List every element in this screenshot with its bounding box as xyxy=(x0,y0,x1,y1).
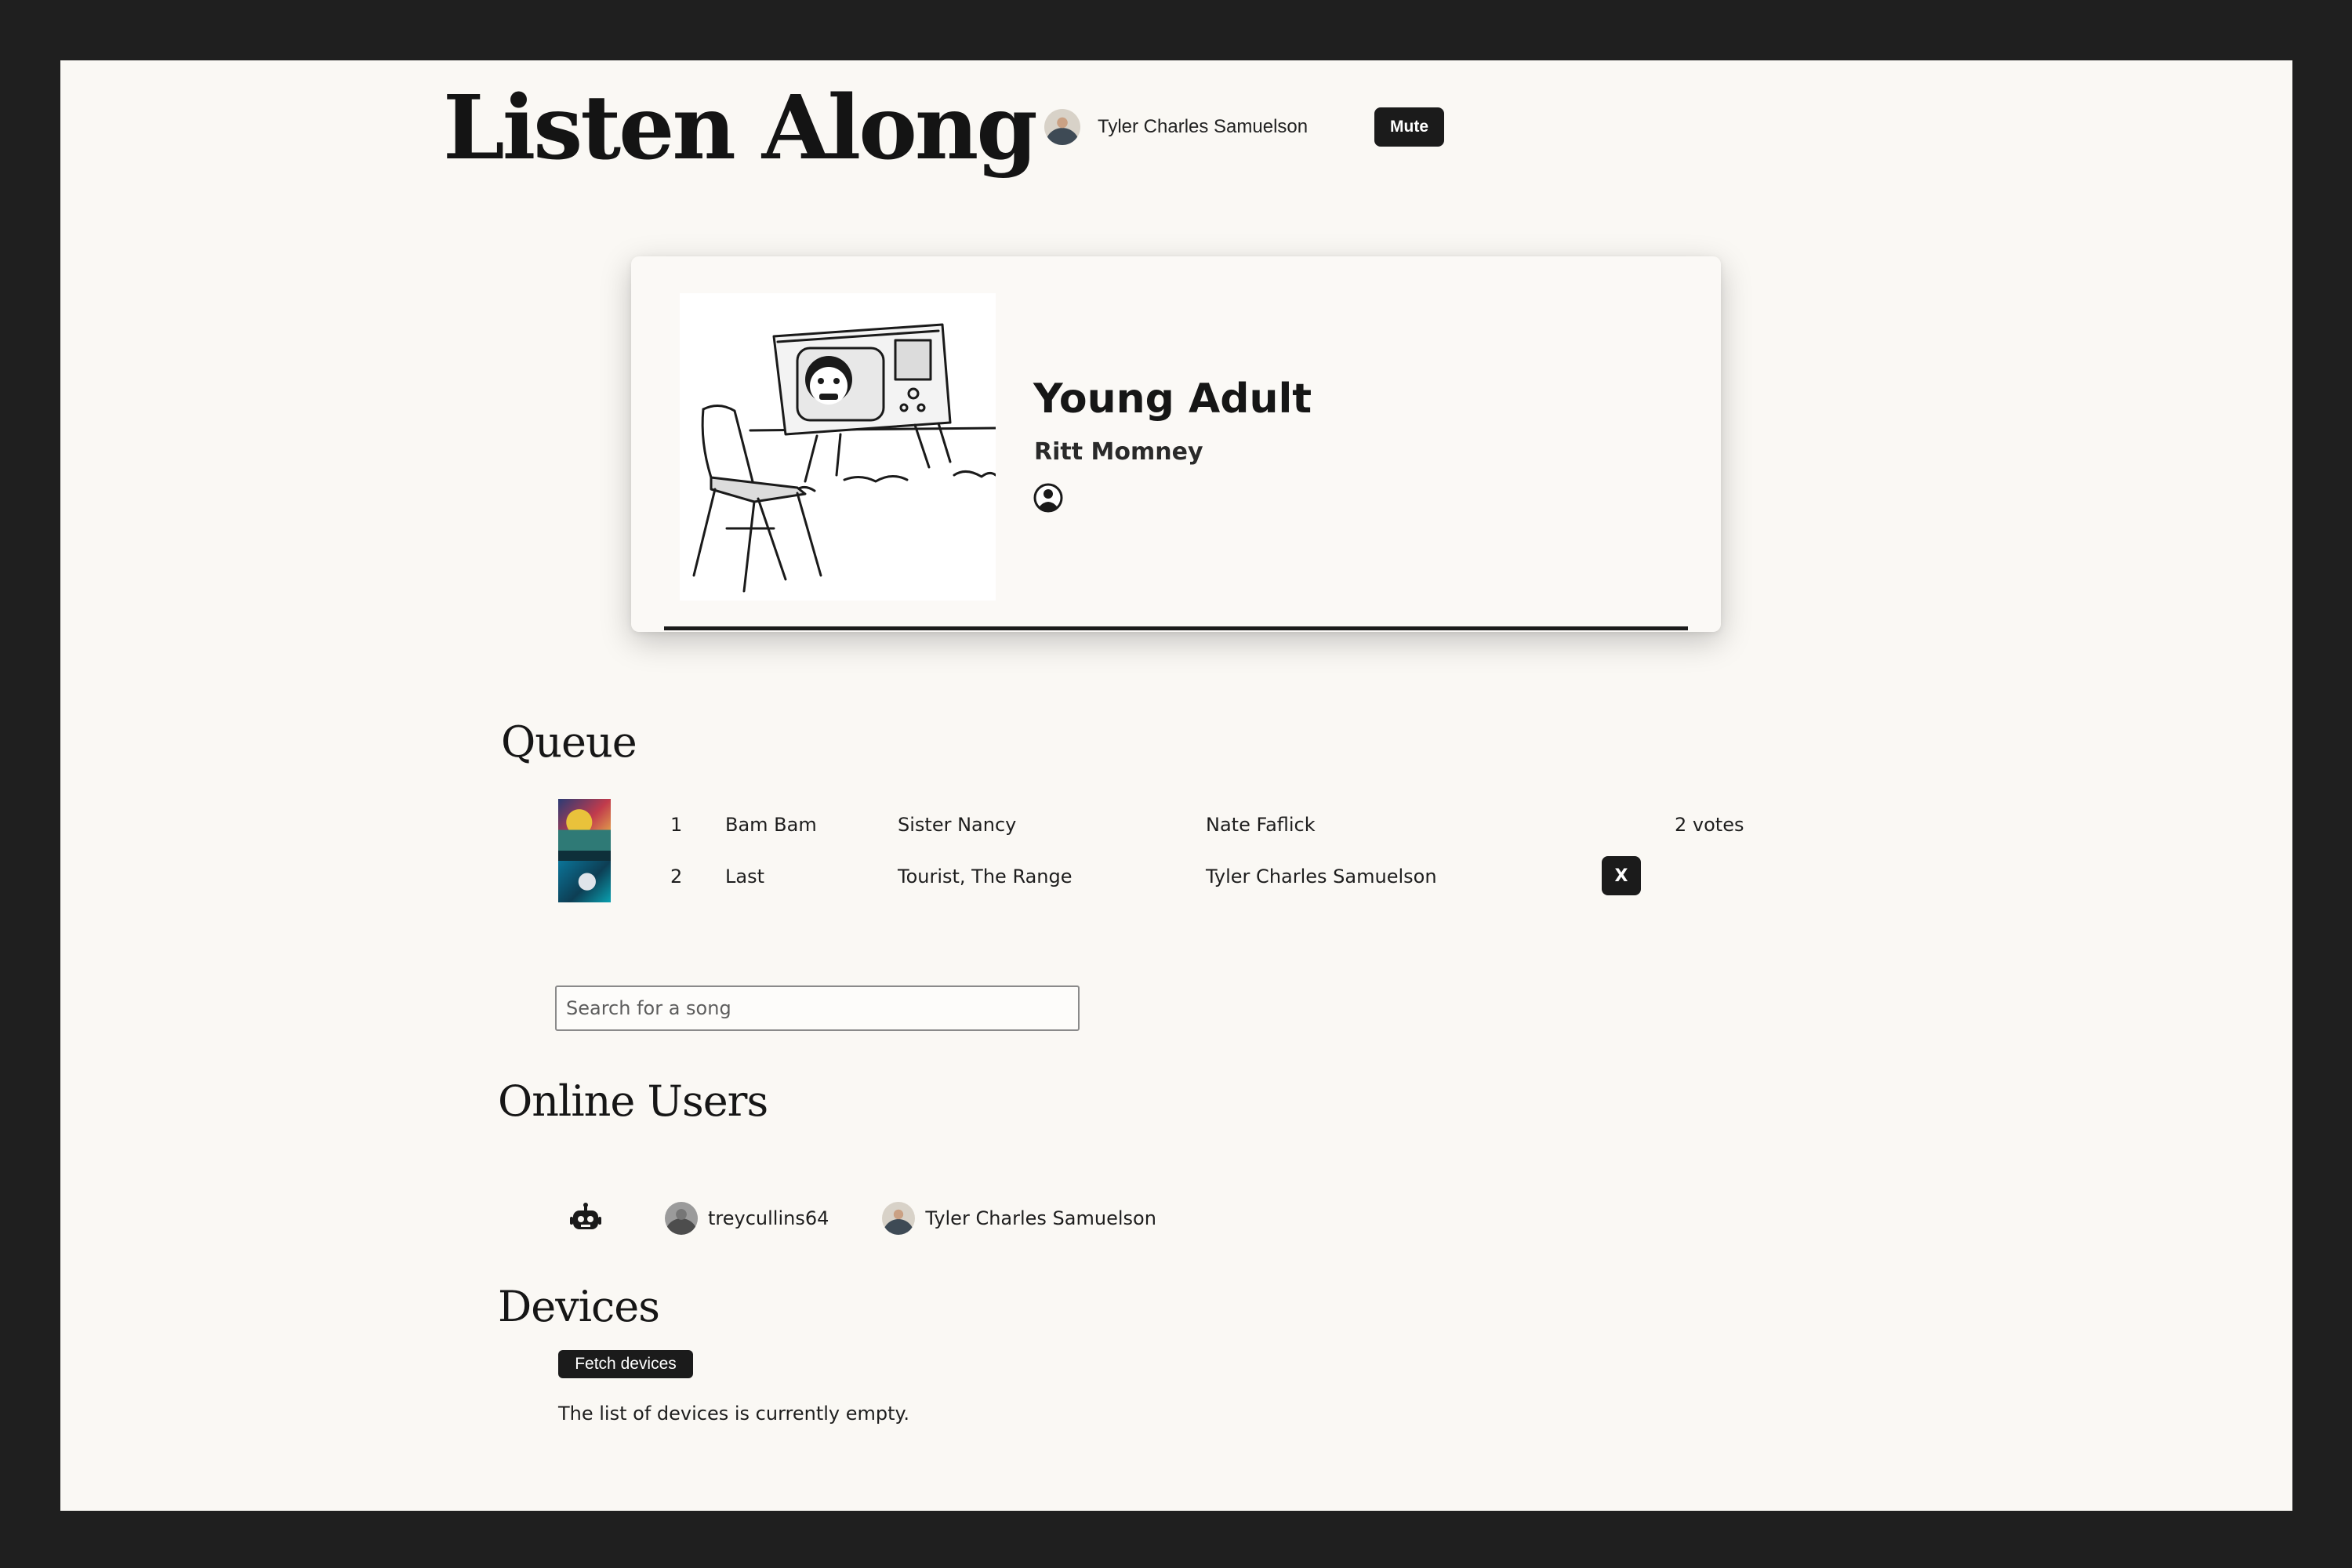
now-playing-title: Young Adult xyxy=(1033,376,1312,423)
album-art-illustration xyxy=(680,293,997,601)
app-logo[interactable]: Listen Along xyxy=(443,76,1038,181)
queue-position: 1 xyxy=(670,814,683,836)
online-user-avatar xyxy=(665,1202,698,1235)
queue-song-artist: Sister Nancy xyxy=(898,814,1017,836)
online-user: treycullins64 xyxy=(665,1202,829,1235)
queue-added-by: Nate Faflick xyxy=(1206,814,1316,836)
playback-progress-bar[interactable] xyxy=(664,626,1688,630)
now-playing-artist: Ritt Momney xyxy=(1034,438,1203,466)
queue-row: 2 Last Tourist, The Range Tyler Charles … xyxy=(558,851,1813,902)
remove-from-queue-button[interactable]: X xyxy=(1602,856,1641,895)
queue-added-by: Tyler Charles Samuelson xyxy=(1206,866,1437,887)
queue-vote-count[interactable]: 2 votes xyxy=(1675,814,1744,836)
online-users-list: treycullins64 Tyler Charles Samuelson xyxy=(568,1201,1210,1236)
mute-button[interactable]: Mute xyxy=(1374,107,1444,147)
queue-heading: Queue xyxy=(501,717,637,767)
current-user-avatar xyxy=(1044,109,1080,145)
app-window: Listen Along Tyler Charles Samuelson Mut… xyxy=(60,60,2292,1511)
album-art xyxy=(680,293,997,601)
queue-song-title: Last xyxy=(725,866,764,887)
fetch-devices-button[interactable]: Fetch devices xyxy=(558,1350,693,1378)
online-user-name: treycullins64 xyxy=(708,1207,829,1229)
queue-song-artist: Tourist, The Range xyxy=(898,866,1073,887)
queue-track-thumbnail xyxy=(558,799,611,851)
queue-song-title: Bam Bam xyxy=(725,814,817,836)
playback-progress-fill xyxy=(664,626,1688,630)
queue-row: 1 Bam Bam Sister Nancy Nate Faflick 2 vo… xyxy=(558,799,1813,851)
robot-icon xyxy=(570,1203,601,1229)
now-playing-card: Young Adult Ritt Momney xyxy=(631,256,1721,632)
current-user: Tyler Charles Samuelson xyxy=(1044,109,1308,145)
user-circle-icon xyxy=(1033,483,1063,513)
online-user-avatar xyxy=(882,1202,916,1235)
online-user: Tyler Charles Samuelson xyxy=(882,1202,1156,1235)
queue-position: 2 xyxy=(670,866,683,887)
song-search-input[interactable] xyxy=(555,985,1080,1031)
devices-heading: Devices xyxy=(498,1282,660,1331)
online-user-name: Tyler Charles Samuelson xyxy=(925,1207,1156,1229)
current-user-name: Tyler Charles Samuelson xyxy=(1098,116,1308,137)
devices-empty-message: The list of devices is currently empty. xyxy=(558,1403,909,1425)
queue-track-thumbnail xyxy=(558,851,611,902)
online-users-heading: Online Users xyxy=(498,1076,768,1126)
